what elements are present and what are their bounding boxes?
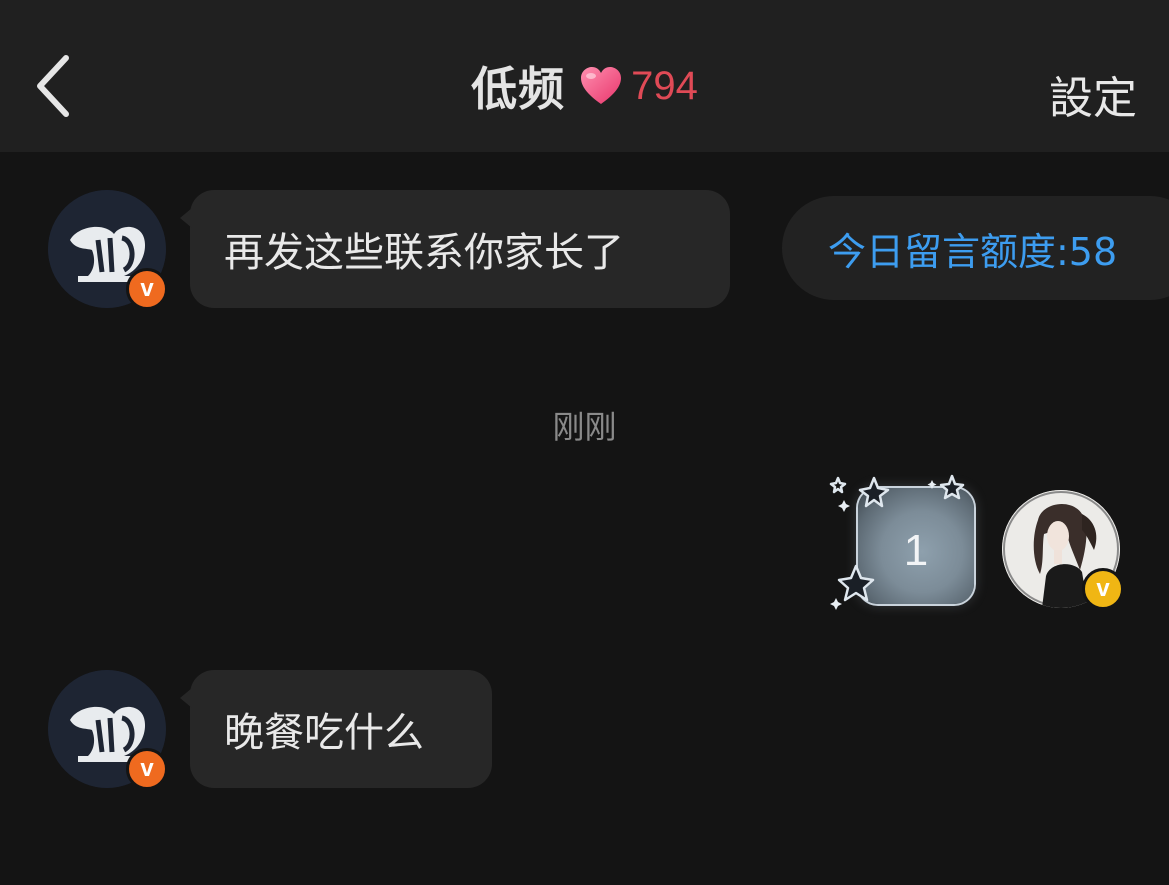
intimacy-count: 794: [631, 63, 698, 108]
verified-badge: v: [126, 748, 168, 790]
daily-quota-pill: 今日留言额度:58: [782, 196, 1169, 300]
message-text: 晚餐吃什么: [224, 710, 424, 756]
title-area: 低频 794: [0, 56, 1169, 116]
sender-avatar[interactable]: v: [48, 190, 168, 310]
quota-text: 今日留言额度:58: [828, 229, 1118, 274]
my-avatar[interactable]: v: [1002, 490, 1124, 610]
message-bubble[interactable]: 再发这些联系你家长了: [180, 190, 730, 308]
bubble-tail: [180, 688, 192, 708]
chat-page: 低频 794 設定 v 再发这些联系你家长了 今日留言额度:58 刚刚 1 v …: [0, 0, 1169, 885]
chat-header: 低频 794 設定: [0, 0, 1169, 152]
star-decoration-icon: [829, 474, 965, 610]
message-bubble[interactable]: 晚餐吃什么: [180, 670, 492, 788]
settings-button[interactable]: 設定: [1049, 62, 1137, 126]
message-text: 再发这些联系你家长了: [224, 230, 624, 276]
verified-badge: v: [1082, 568, 1124, 610]
sender-avatar[interactable]: v: [48, 670, 168, 790]
bubble-tail: [180, 208, 192, 228]
message-timestamp: 刚刚: [552, 408, 617, 446]
sticker-message[interactable]: 1: [826, 470, 982, 612]
verified-badge: v: [126, 268, 168, 310]
heart-icon: [579, 66, 623, 106]
chat-title: 低频: [471, 62, 566, 116]
